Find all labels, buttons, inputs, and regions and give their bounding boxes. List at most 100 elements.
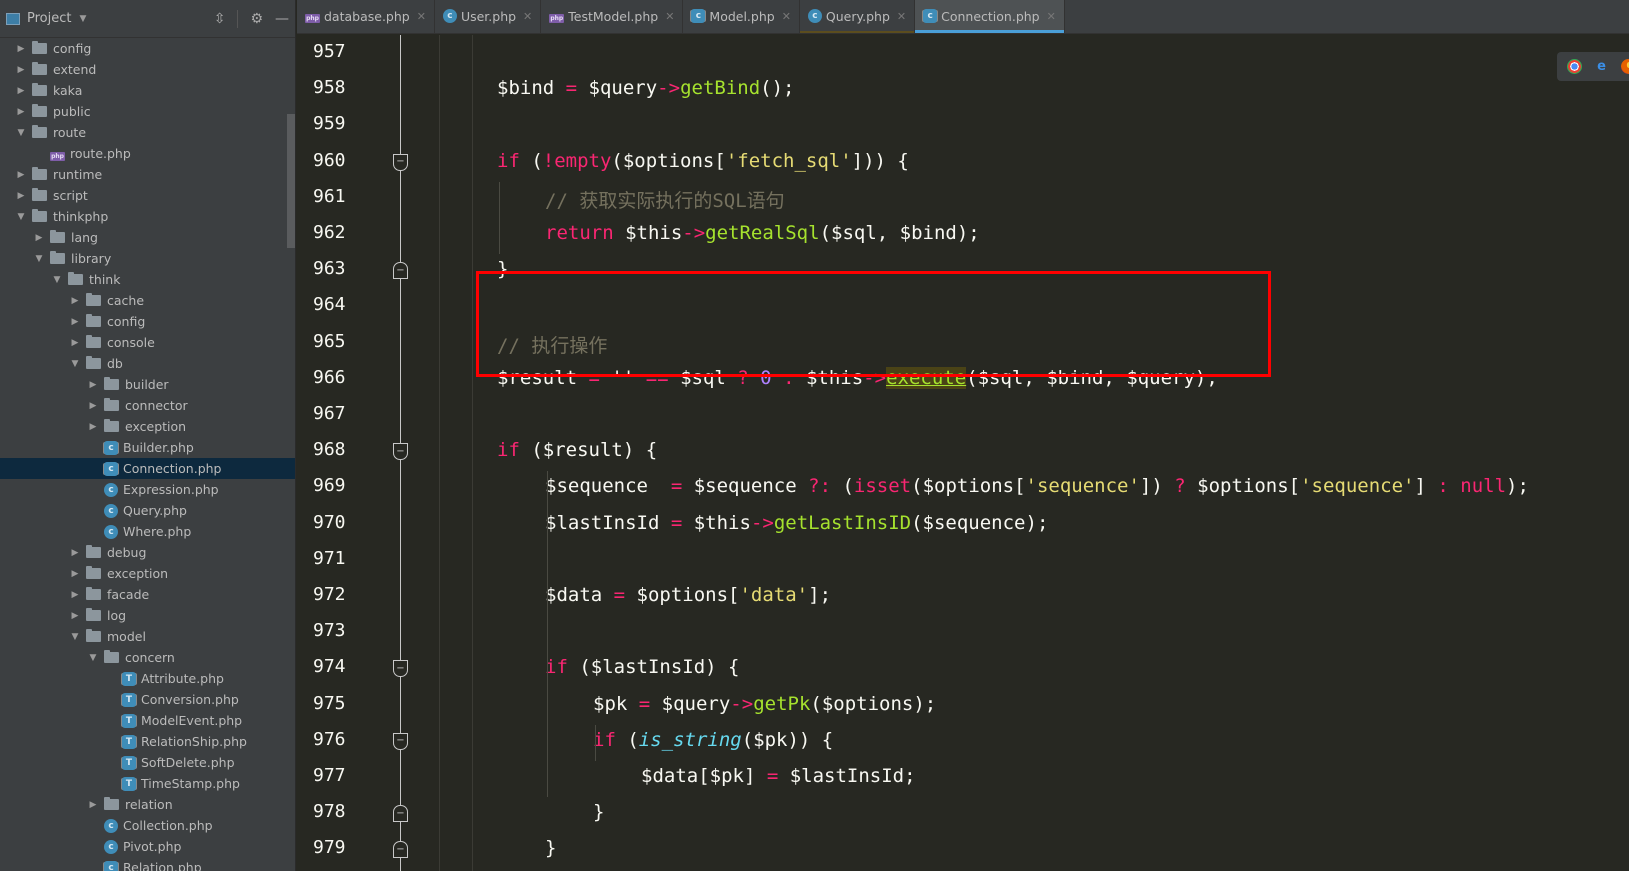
collapsed-arrow-icon[interactable]: ▶ — [14, 65, 28, 75]
close-tab-icon[interactable]: ✕ — [897, 10, 906, 23]
gear-icon[interactable]: ⚙ — [250, 11, 263, 27]
tree-folder[interactable]: ▶ exception — [0, 563, 295, 584]
tab-connection[interactable]: c Connection.php ✕ — [915, 0, 1065, 33]
firefox-icon[interactable] — [1621, 59, 1629, 74]
collapsed-arrow-icon[interactable]: ▶ — [14, 191, 28, 201]
tree-folder[interactable]: ▼ thinkphp — [0, 206, 295, 227]
tab-query[interactable]: c Query.php ✕ — [799, 0, 916, 33]
collapsed-arrow-icon[interactable]: ▶ — [14, 170, 28, 180]
collapsed-arrow-icon[interactable]: ▶ — [14, 44, 28, 54]
tree-folder[interactable]: ▶ runtime — [0, 164, 295, 185]
tree-folder[interactable]: ▶ public — [0, 101, 295, 122]
tree-folder[interactable]: ▼ library — [0, 248, 295, 269]
code-line[interactable]: if ($lastInsId) { — [545, 656, 739, 678]
tab-database[interactable]: php database.php ✕ — [297, 0, 435, 33]
tree-file[interactable]: T Attribute.php — [0, 668, 295, 689]
tree-file[interactable]: php route.php — [0, 143, 295, 164]
tree-folder[interactable]: ▶ config — [0, 311, 295, 332]
tree-folder[interactable]: ▶ cache — [0, 290, 295, 311]
code-line[interactable]: $bind = $query->getBind(); — [497, 77, 794, 99]
collapsed-arrow-icon[interactable]: ▶ — [68, 569, 82, 579]
fold-collapse-icon[interactable]: − — [393, 660, 408, 678]
collapsed-arrow-icon[interactable]: ▶ — [68, 611, 82, 621]
code-line[interactable]: // 获取实际执行的SQL语句 — [545, 186, 785, 213]
tree-folder[interactable]: ▶ script — [0, 185, 295, 206]
expanded-arrow-icon[interactable]: ▼ — [32, 254, 46, 264]
tab-user[interactable]: c User.php ✕ — [435, 0, 542, 33]
tree-file[interactable]: T ModelEvent.php — [0, 710, 295, 731]
fold-collapse-icon[interactable]: − — [393, 443, 408, 461]
code-line[interactable]: } — [593, 801, 604, 823]
tree-folder[interactable]: ▶ extend — [0, 59, 295, 80]
tree-folder[interactable]: ▶ facade — [0, 584, 295, 605]
tree-file[interactable]: T TimeStamp.php — [0, 773, 295, 794]
tree-file[interactable]: c Pivot.php — [0, 836, 295, 857]
fold-end-icon[interactable]: − — [393, 805, 408, 823]
tree-file[interactable]: c Expression.php — [0, 479, 295, 500]
collapsed-arrow-icon[interactable]: ▶ — [14, 86, 28, 96]
tree-file[interactable]: c Collection.php — [0, 815, 295, 836]
tree-folder[interactable]: ▼ think — [0, 269, 295, 290]
tree-folder[interactable]: ▶ console — [0, 332, 295, 353]
collapsed-arrow-icon[interactable]: ▶ — [32, 233, 46, 243]
collapsed-arrow-icon[interactable]: ▶ — [68, 548, 82, 558]
collapsed-arrow-icon[interactable]: ▶ — [68, 317, 82, 327]
code-line[interactable]: } — [545, 837, 556, 859]
minimize-icon[interactable]: — — [275, 11, 289, 27]
code-line[interactable]: $data = $options['data']; — [545, 584, 831, 606]
tree-folder[interactable]: ▼ model — [0, 626, 295, 647]
tree-folder[interactable]: ▶ lang — [0, 227, 295, 248]
code-editor[interactable]: 957 958 959 960 − 961 962 963 − 964 965 966 967 968 − 9… — [297, 35, 1629, 871]
collapsed-arrow-icon[interactable]: ▶ — [68, 590, 82, 600]
fold-collapse-icon[interactable]: − — [393, 153, 408, 171]
expanded-arrow-icon[interactable]: ▼ — [68, 632, 82, 642]
code-line[interactable]: $sequence = $sequence ?: (isset($options… — [545, 475, 1529, 497]
collapsed-arrow-icon[interactable]: ▶ — [86, 380, 100, 390]
close-tab-icon[interactable]: ✕ — [417, 10, 426, 23]
tree-file[interactable]: T RelationShip.php — [0, 731, 295, 752]
tree-folder[interactable]: ▶ debug — [0, 542, 295, 563]
close-tab-icon[interactable]: ✕ — [1047, 10, 1056, 23]
collapse-all-icon[interactable]: ⇳ — [214, 11, 226, 27]
tree-folder[interactable]: ▶ kaka — [0, 80, 295, 101]
tree-file[interactable]: T SoftDelete.php — [0, 752, 295, 773]
tab-model[interactable]: c Model.php ✕ — [683, 0, 800, 33]
collapsed-arrow-icon[interactable]: ▶ — [68, 296, 82, 306]
tree-folder[interactable]: ▶ connector — [0, 395, 295, 416]
collapsed-arrow-icon[interactable]: ▶ — [86, 422, 100, 432]
fold-end-icon[interactable]: − — [393, 262, 408, 280]
close-tab-icon[interactable]: ✕ — [523, 10, 532, 23]
code-line[interactable]: if (is_string($pk)) { — [593, 729, 833, 751]
tree-folder[interactable]: ▶ log — [0, 605, 295, 626]
close-tab-icon[interactable]: ✕ — [665, 10, 674, 23]
code-line[interactable]: return $this->getRealSql($sql, $bind); — [545, 222, 980, 244]
chrome-icon[interactable] — [1567, 59, 1582, 74]
expanded-arrow-icon[interactable]: ▼ — [86, 653, 100, 663]
expanded-arrow-icon[interactable]: ▼ — [14, 212, 28, 222]
tree-folder[interactable]: ▼ db — [0, 353, 295, 374]
collapsed-arrow-icon[interactable]: ▶ — [86, 800, 100, 810]
sidebar-scrollbar[interactable] — [287, 114, 295, 248]
edge-icon[interactable]: e — [1594, 59, 1609, 74]
code-line[interactable]: $pk = $query->getPk($options); — [593, 693, 936, 715]
fold-end-icon[interactable]: − — [393, 841, 408, 859]
close-tab-icon[interactable]: ✕ — [782, 10, 791, 23]
expanded-arrow-icon[interactable]: ▼ — [50, 275, 64, 285]
expanded-arrow-icon[interactable]: ▼ — [14, 128, 28, 138]
tree-folder[interactable]: ▼ route — [0, 122, 295, 143]
tree-folder[interactable]: ▶ relation — [0, 794, 295, 815]
tree-folder[interactable]: ▶ exception — [0, 416, 295, 437]
tab-testmodel[interactable]: php TestModel.php ✕ — [541, 0, 684, 33]
tree-file[interactable]: c Builder.php — [0, 437, 295, 458]
fold-collapse-icon[interactable]: − — [393, 732, 408, 750]
code-line[interactable]: $lastInsId = $this->getLastInsID($sequen… — [545, 512, 1048, 534]
tree-file[interactable]: c Query.php — [0, 500, 295, 521]
chevron-down-icon[interactable]: ▼ — [79, 14, 86, 24]
tree-folder[interactable]: ▶ config — [0, 38, 295, 59]
expanded-arrow-icon[interactable]: ▼ — [68, 359, 82, 369]
collapsed-arrow-icon[interactable]: ▶ — [14, 107, 28, 117]
tree-file[interactable]: c Where.php — [0, 521, 295, 542]
code-line[interactable]: if ($result) { — [497, 439, 657, 461]
tree-file[interactable]: T Conversion.php — [0, 689, 295, 710]
collapsed-arrow-icon[interactable]: ▶ — [86, 401, 100, 411]
